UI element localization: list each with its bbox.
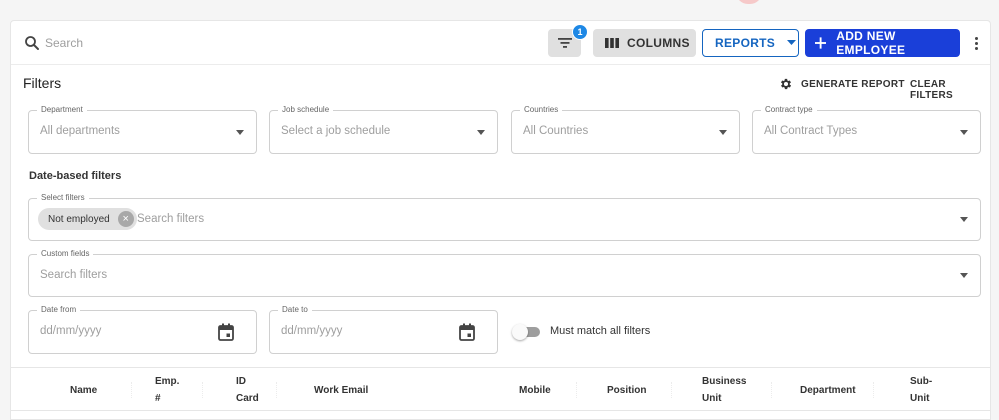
toolbar: 1 COLUMNS REPORTS ADD NEW EMPLOYEE xyxy=(11,21,990,65)
select-filters-placeholder: Search filters xyxy=(137,213,205,225)
date-from-label: Date from xyxy=(37,305,81,314)
avatar[interactable] xyxy=(736,0,762,4)
contract-type-label: Contract type xyxy=(761,105,817,114)
generate-report-label: GENERATE REPORT xyxy=(801,78,905,90)
select-filters-label: Select filters xyxy=(37,193,89,202)
chevron-down-icon xyxy=(236,130,244,135)
gear-icon xyxy=(780,78,792,90)
column-header-department[interactable]: Department xyxy=(800,368,856,412)
match-all-label: Must match all filters xyxy=(550,325,651,337)
countries-value: All Countries xyxy=(523,125,589,137)
department-label: Department xyxy=(37,105,87,114)
columns-button[interactable]: COLUMNS xyxy=(593,29,696,57)
date-to-label: Date to xyxy=(278,305,312,314)
date-filters-title: Date-based filters xyxy=(29,170,122,182)
countries-select[interactable]: Countries All Countries xyxy=(511,105,740,154)
plus-icon xyxy=(815,37,827,49)
chevron-down-icon xyxy=(960,130,968,135)
job-schedule-value: Select a job schedule xyxy=(281,125,391,137)
columns-button-label: COLUMNS xyxy=(627,36,690,50)
generate-report-button[interactable]: GENERATE REPORT xyxy=(779,77,905,91)
column-header-business-unit[interactable]: Business Unit xyxy=(702,368,746,412)
date-to-placeholder: dd/mm/yyyy xyxy=(281,325,343,337)
column-header-name[interactable]: Name xyxy=(70,368,97,412)
filter-list-icon xyxy=(557,38,572,48)
custom-fields-placeholder: Search filters xyxy=(40,269,108,281)
chevron-down-icon xyxy=(960,273,968,278)
filter-chip-label: Not employed xyxy=(48,213,110,225)
date-from-placeholder: dd/mm/yyyy xyxy=(40,325,102,337)
columns-icon xyxy=(605,38,619,48)
add-employee-button[interactable]: ADD NEW EMPLOYEE xyxy=(805,29,960,57)
search-input[interactable] xyxy=(45,33,345,53)
match-all-toggle[interactable] xyxy=(512,324,540,340)
column-header-work-email[interactable]: Work Email xyxy=(314,368,368,412)
chevron-down-icon xyxy=(960,217,968,222)
column-header-sub-unit[interactable]: Sub- Unit xyxy=(910,368,932,412)
add-employee-label: ADD NEW EMPLOYEE xyxy=(836,29,906,57)
column-header-id-card[interactable]: ID Card xyxy=(236,368,259,412)
clear-filters-button[interactable]: CLEAR FILTERS xyxy=(910,79,990,101)
chevron-down-icon xyxy=(719,130,727,135)
select-filters-field[interactable]: Select filters Not employed × Search fil… xyxy=(28,193,981,241)
calendar-icon[interactable] xyxy=(459,323,475,341)
reports-button-label: REPORTS xyxy=(715,36,776,50)
column-header-position[interactable]: Position xyxy=(607,368,646,412)
job-schedule-select[interactable]: Job schedule Select a job schedule xyxy=(269,105,498,154)
department-select[interactable]: Department All departments xyxy=(28,105,257,154)
custom-fields-field[interactable]: Custom fields Search filters xyxy=(28,249,981,297)
contract-type-value: All Contract Types xyxy=(764,125,858,137)
contract-type-select[interactable]: Contract type All Contract Types xyxy=(752,105,981,154)
department-value: All departments xyxy=(40,125,120,137)
filter-chip: Not employed × xyxy=(38,208,137,230)
employees-panel: 1 COLUMNS REPORTS ADD NEW EMPLOYEE xyxy=(10,20,991,420)
column-header-mobile[interactable]: Mobile xyxy=(519,368,551,412)
custom-fields-label: Custom fields xyxy=(37,249,94,258)
calendar-icon[interactable] xyxy=(218,323,234,341)
more-vert-icon[interactable] xyxy=(969,33,983,53)
column-header-emp-number[interactable]: Emp. # xyxy=(155,368,179,412)
date-from-field[interactable]: Date from dd/mm/yyyy xyxy=(28,305,257,354)
filters-title: Filters xyxy=(23,75,62,91)
table-header: Name Emp. # ID Card Work Email Mobile Posi… xyxy=(11,367,990,411)
search-icon xyxy=(25,36,39,50)
filter-count-badge: 1 xyxy=(572,24,588,40)
chevron-down-icon xyxy=(787,40,797,45)
date-to-field[interactable]: Date to dd/mm/yyyy xyxy=(269,305,498,354)
job-schedule-label: Job schedule xyxy=(278,105,334,114)
reports-button[interactable]: REPORTS xyxy=(702,29,799,57)
chevron-down-icon xyxy=(477,130,485,135)
close-icon[interactable]: × xyxy=(117,211,134,227)
countries-label: Countries xyxy=(520,105,563,114)
